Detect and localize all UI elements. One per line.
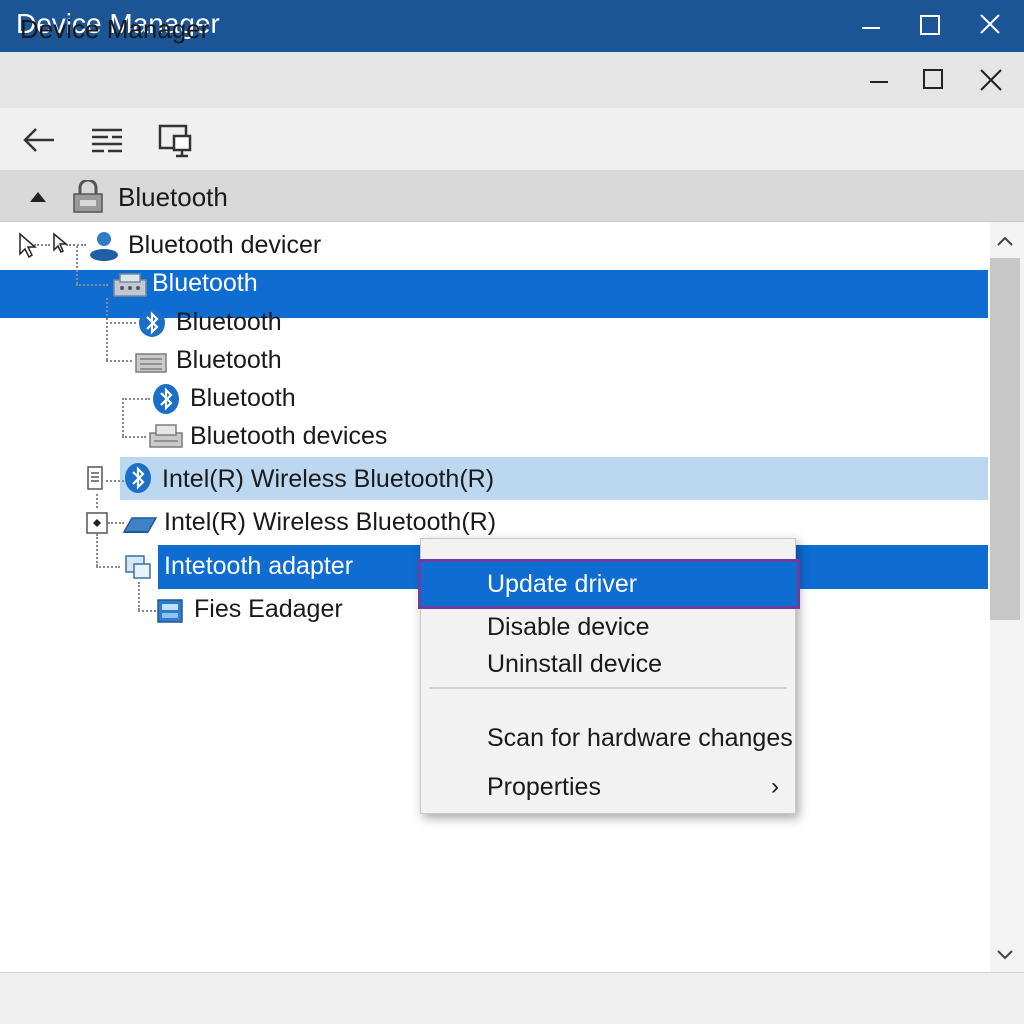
menu-item-label: Disable device [487, 613, 650, 641]
scan-monitor-icon [158, 124, 192, 158]
scrollbar-thumb[interactable] [990, 258, 1020, 620]
inner-window-title: Device Manager [20, 14, 210, 44]
properties-list-icon [92, 128, 122, 153]
cursor-arrow-icon [18, 232, 38, 263]
tree-connector [122, 436, 146, 438]
back-arrow-icon [23, 128, 54, 152]
inner-maximize-button[interactable] [905, 52, 963, 108]
menu-item-uninstall-device[interactable]: Uninstall device [421, 644, 795, 686]
inner-minimize-button[interactable] [850, 52, 908, 108]
tree-connector [106, 480, 124, 482]
collapse-triangle-icon[interactable] [28, 188, 48, 209]
tree-connector [106, 298, 108, 360]
tree-item-label[interactable]: Intetooth adapter [164, 552, 353, 581]
bluetooth-category-icon [70, 178, 106, 219]
maximize-icon [923, 69, 943, 89]
bluetooth-icon [124, 462, 152, 499]
scroll-down-icon[interactable] [995, 948, 1015, 967]
tree-connector [96, 566, 120, 568]
printer-device-icon [148, 421, 184, 456]
context-menu: Update driver Disable device Uninstall d… [418, 538, 800, 814]
tree-connector [76, 284, 108, 286]
expand-box-icon[interactable] [86, 512, 108, 539]
inner-close-button[interactable] [962, 52, 1020, 108]
outer-minimize-button[interactable] [840, 0, 900, 52]
tree-item-label[interactable]: Intel(R) Wireless Bluetooth(R) [164, 508, 496, 537]
properties-button[interactable] [86, 116, 130, 160]
tree-item-label[interactable]: Fies Eadager [194, 595, 343, 624]
menu-item-label: Scan for hardware changes [487, 724, 793, 752]
menu-separator [429, 687, 787, 689]
outer-close-button[interactable] [960, 0, 1020, 52]
menu-item-label: Uninstall device [487, 650, 663, 678]
category-label: Bluetooth [118, 182, 228, 212]
minimize-icon [862, 27, 880, 29]
tree-item-label[interactable]: Bluetooth [152, 269, 258, 298]
tree-connector [106, 322, 136, 324]
tree-connector [122, 398, 124, 436]
keyboard-device-icon [134, 346, 168, 381]
menu-item-scan-hardware[interactable]: Scan for hardware changes [421, 718, 795, 760]
tree-item-label[interactable]: Bluetooth [190, 384, 296, 413]
menu-item-properties[interactable]: Properties › [421, 767, 795, 809]
menu-item-label: Update driver [487, 570, 638, 598]
tree-item-label[interactable]: Bluetooth [176, 308, 282, 337]
submenu-arrow-icon: › [771, 773, 779, 800]
tree-connector [76, 246, 78, 284]
menu-item-update-driver[interactable]: Update driver [418, 559, 800, 609]
storage-device-icon [154, 594, 186, 631]
tree-item-label[interactable]: Bluetooth [176, 346, 282, 375]
network-adapter-icon [120, 510, 158, 541]
expand-arrow-icon[interactable] [52, 232, 70, 259]
minimize-icon [870, 81, 888, 83]
document-list-icon [86, 465, 106, 498]
tree-item-label[interactable]: Bluetooth devicer [128, 231, 321, 260]
bluetooth-icon [138, 308, 166, 343]
back-button[interactable] [18, 116, 62, 160]
close-icon [980, 14, 1000, 34]
keyboard-device-icon [112, 270, 148, 305]
scroll-up-icon[interactable] [995, 234, 1015, 253]
maximize-icon [920, 15, 940, 35]
tree-connector [106, 360, 132, 362]
close-icon [980, 69, 1002, 91]
menu-item-label: Properties [487, 773, 601, 801]
status-bar [0, 972, 1024, 1024]
computer-network-icon [124, 552, 154, 587]
tree-connector [122, 398, 150, 400]
scan-hardware-button[interactable] [154, 116, 198, 160]
bluetooth-icon [152, 383, 180, 420]
tree-item-label[interactable]: Bluetooth devices [190, 422, 387, 451]
bluetooth-device-person-icon [88, 229, 120, 266]
menu-item-disable-device[interactable]: Disable device [421, 607, 795, 649]
tree-item-label[interactable]: Intel(R) Wireless Bluetooth(R) [162, 465, 494, 494]
outer-maximize-button[interactable] [900, 0, 960, 52]
